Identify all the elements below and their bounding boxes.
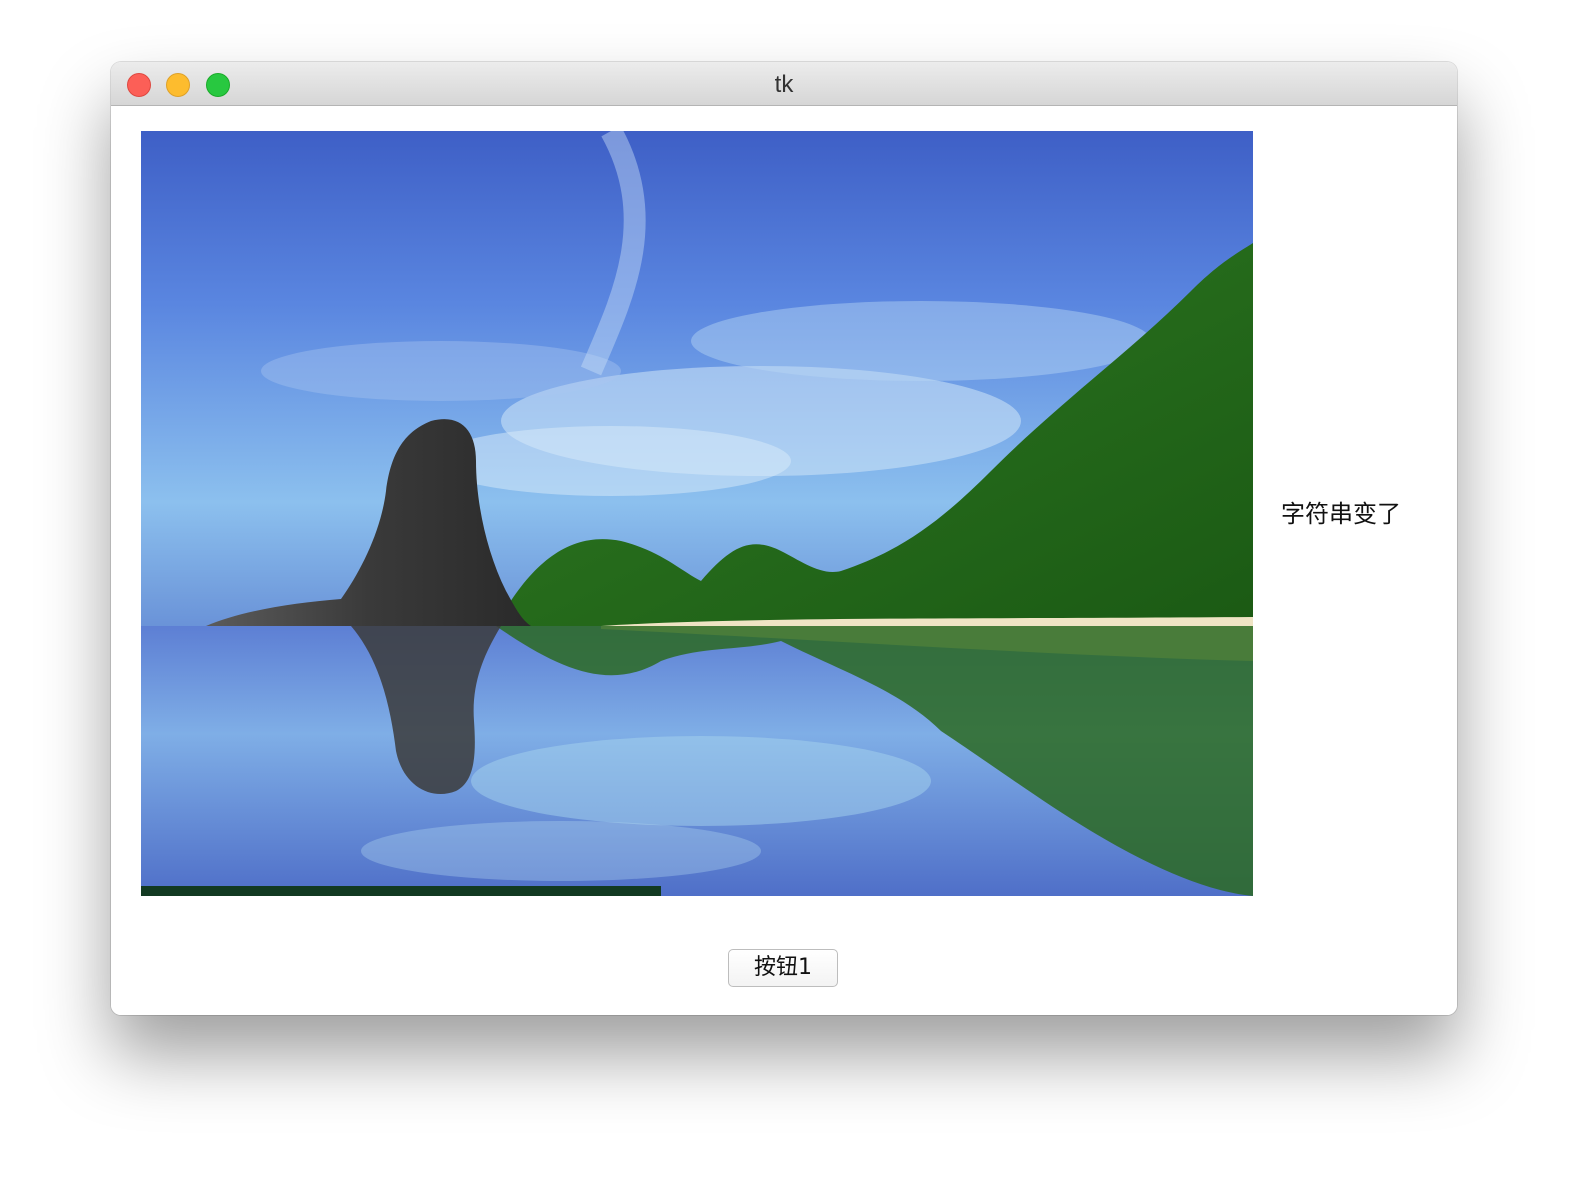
landscape-photo bbox=[141, 131, 1253, 896]
window-content: 字符串变了 按钮1 bbox=[111, 106, 1457, 1015]
window-title: tk bbox=[774, 71, 794, 98]
app-window: tk 字符串变了 按钮1 bbox=[111, 62, 1457, 1015]
status-label: 字符串变了 bbox=[1281, 500, 1401, 528]
button-1[interactable]: 按钮1 bbox=[728, 949, 838, 987]
title-bar[interactable]: tk bbox=[111, 62, 1457, 106]
desktop-background: tk 字符串变了 按钮1 bbox=[0, 0, 1582, 1184]
